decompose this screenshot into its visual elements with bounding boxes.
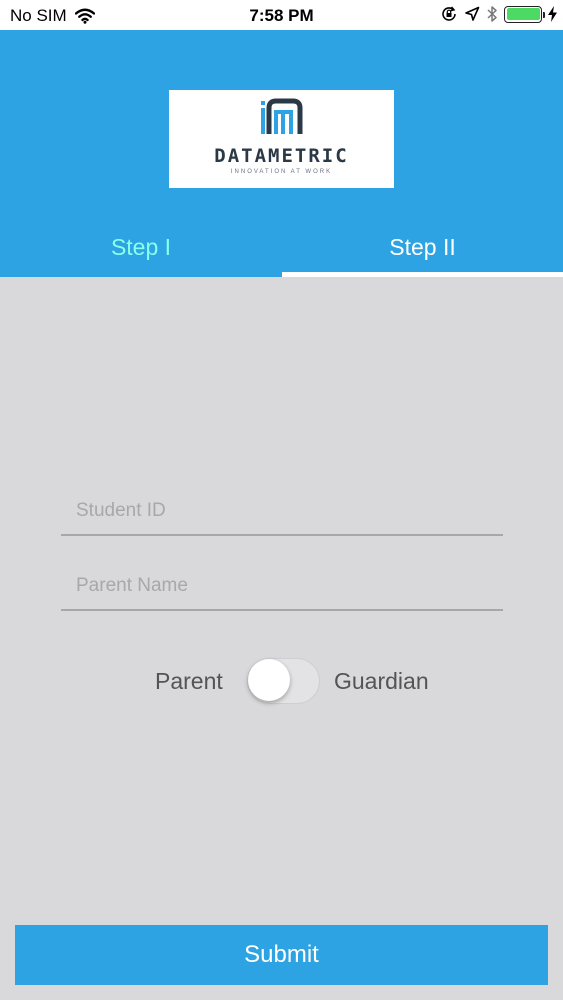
logo-brand-text: DATAMETRIC [214,145,349,167]
tab-step-1-label: Step I [110,234,172,260]
logo-mark-icon [261,98,303,134]
status-right [440,5,557,23]
parent-label: Parent [155,668,223,694]
charging-bolt-icon [548,6,557,22]
header: DATAMETRIC INNOVATION AT WORK Step I Ste… [0,30,563,277]
tab-step-2-label: Step II [389,234,456,260]
parent-name-input[interactable] [61,563,503,609]
student-id-field [61,488,503,536]
battery-fill [506,8,540,20]
student-id-input[interactable] [61,488,503,534]
datametric-logo: DATAMETRIC INNOVATION AT WORK [169,90,394,188]
parent-guardian-switch[interactable] [247,658,320,704]
tab-step-1[interactable]: Step I [0,220,282,275]
submit-button[interactable]: Submit [15,925,548,985]
tab-step-2[interactable]: Step II [282,220,563,275]
battery-icon [504,5,545,23]
bluetooth-icon [487,6,497,22]
parent-name-field [61,563,503,611]
logo-tagline: INNOVATION AT WORK [230,169,333,175]
tab-selected-indicator [282,272,563,277]
battery-tip [542,11,545,18]
location-arrow-icon [465,6,480,21]
guardian-label: Guardian [334,668,429,694]
status-bar: No SIM 7:58 PM [0,0,563,30]
parent-guardian-toggle-row: Parent Guardian [0,658,563,704]
rotation-lock-icon [442,6,456,21]
switch-knob [248,659,290,701]
